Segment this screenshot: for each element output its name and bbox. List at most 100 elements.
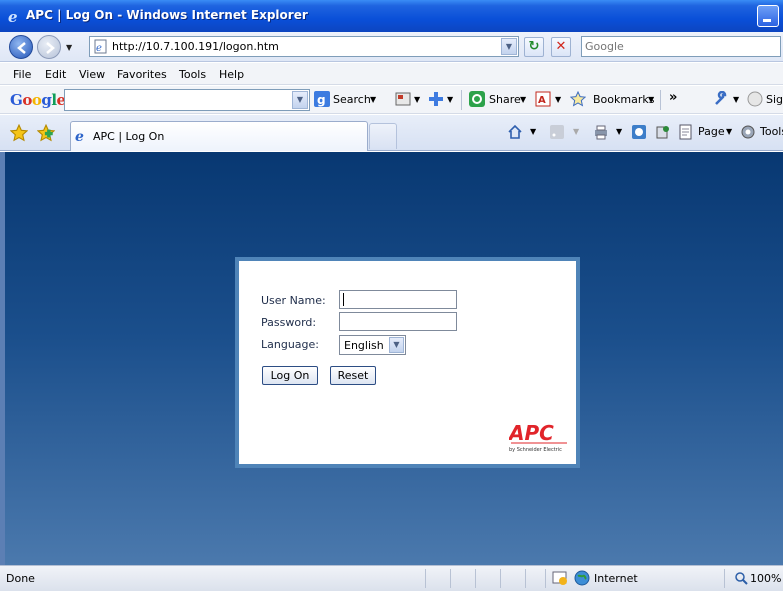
share-dropdown-icon[interactable]: ▼ <box>520 95 526 104</box>
home-dropdown-icon[interactable]: ▼ <box>530 127 536 136</box>
address-row: ▼ e http://10.7.100.191/logon.htm ▼ ↻ ✕ <box>0 32 783 62</box>
search-dropdown-icon[interactable]: ▼ <box>370 95 376 104</box>
google-logo: Google <box>10 91 66 109</box>
status-divider <box>425 569 426 588</box>
username-field[interactable] <box>339 290 457 309</box>
bookmark-star-icon[interactable] <box>569 90 587 107</box>
status-divider <box>475 569 476 588</box>
wrench-dropdown-icon[interactable]: ▼ <box>733 95 739 104</box>
favorites-star-icon[interactable] <box>9 123 29 142</box>
ie-page-icon: e <box>75 128 89 146</box>
google-search-dropdown-icon[interactable]: ▼ <box>292 91 308 109</box>
stop-button[interactable]: ✕ <box>551 37 571 57</box>
page-menu-icon[interactable] <box>678 124 694 140</box>
news-dropdown-icon[interactable]: ▼ <box>414 95 420 104</box>
address-dropdown-icon[interactable]: ▼ <box>501 38 517 55</box>
print-icon[interactable] <box>593 124 609 140</box>
search-input[interactable] <box>582 37 772 55</box>
refresh-button[interactable]: ↻ <box>524 37 544 57</box>
language-label: Language: <box>261 338 319 351</box>
google-toolbar: Google ▼ g Search ▼ ▼ ▼ Share ▼ A ▼ Book… <box>0 86 783 114</box>
research-icon[interactable] <box>631 124 647 140</box>
menu-view[interactable]: View <box>79 68 105 81</box>
menu-bar: File Edit View Favorites Tools Help <box>0 63 783 85</box>
arrow-right-icon <box>46 42 55 54</box>
share-button[interactable]: Share <box>489 93 521 106</box>
add-favorite-icon[interactable] <box>36 123 56 142</box>
svg-text:e: e <box>8 8 18 24</box>
svg-text:e: e <box>75 129 84 143</box>
page-icon: e <box>94 39 108 57</box>
spellcheck-dropdown-icon[interactable]: ▼ <box>555 95 561 104</box>
password-field[interactable] <box>339 312 457 331</box>
plus-dropdown-icon[interactable]: ▼ <box>447 95 453 104</box>
menu-tools[interactable]: Tools <box>179 68 206 81</box>
password-label: Password: <box>261 316 317 329</box>
menu-edit[interactable]: Edit <box>45 68 66 81</box>
search-box[interactable] <box>581 36 781 57</box>
messenger-icon[interactable] <box>655 124 671 140</box>
address-url[interactable]: http://10.7.100.191/logon.htm <box>112 40 279 53</box>
page-content: User Name: Password: Language: English ▼… <box>5 152 783 565</box>
security-zone: Internet <box>594 572 638 585</box>
sign-in-button[interactable]: Sig <box>766 93 783 106</box>
print-dropdown-icon[interactable]: ▼ <box>616 127 622 136</box>
google-search-input[interactable]: ▼ <box>64 89 310 111</box>
zoom-icon[interactable] <box>734 571 748 588</box>
bookmarks-button[interactable]: Bookmarks <box>593 93 654 106</box>
menu-file[interactable]: File <box>13 68 31 81</box>
status-divider <box>500 569 501 588</box>
address-bar[interactable]: e http://10.7.100.191/logon.htm ▼ <box>89 36 519 57</box>
status-bar: Done Internet 100% <box>0 565 783 591</box>
text-caret <box>343 293 344 306</box>
page-dropdown-icon[interactable]: ▼ <box>726 127 732 136</box>
svg-text:APC: APC <box>509 421 554 445</box>
google-search-icon[interactable]: g <box>314 91 330 107</box>
chevron-down-icon[interactable]: ▼ <box>389 337 404 353</box>
reset-button[interactable]: Reset <box>330 366 376 385</box>
menu-help[interactable]: Help <box>219 68 244 81</box>
rss-feed-icon[interactable] <box>549 124 565 140</box>
tab-title: APC | Log On <box>93 130 165 143</box>
login-panel: User Name: Password: Language: English ▼… <box>235 257 580 468</box>
gear-icon[interactable] <box>740 124 756 140</box>
language-value: English <box>344 339 384 352</box>
status-divider <box>545 569 546 588</box>
spellcheck-icon[interactable]: A <box>535 91 551 107</box>
login-box: User Name: Password: Language: English ▼… <box>239 261 576 464</box>
history-dropdown-icon[interactable]: ▼ <box>66 43 72 52</box>
back-button[interactable] <box>9 35 33 59</box>
language-select[interactable]: English ▼ <box>339 335 406 355</box>
wrench-icon[interactable] <box>713 90 729 107</box>
ie-logo-icon: e <box>6 8 22 26</box>
signin-icon[interactable] <box>747 91 763 107</box>
password-input[interactable] <box>340 313 454 329</box>
minimize-button[interactable] <box>757 5 779 27</box>
page-menu-button[interactable]: Page <box>698 125 725 138</box>
share-icon[interactable] <box>469 91 485 107</box>
svg-text:g: g <box>317 93 326 107</box>
log-on-button[interactable]: Log On <box>262 366 318 385</box>
forward-button[interactable] <box>37 35 61 59</box>
tab-apc-logon[interactable]: e APC | Log On <box>70 121 368 151</box>
menu-favorites[interactable]: Favorites <box>117 68 167 81</box>
news-icon[interactable] <box>395 91 411 107</box>
feed-dropdown-icon[interactable]: ▼ <box>573 127 579 136</box>
bookmarks-dropdown-icon[interactable]: ▼ <box>648 95 654 104</box>
tab-row: e APC | Log On ▼ ▼ ▼ Page ▼ Tools <box>0 115 783 151</box>
plus-icon[interactable] <box>428 91 444 107</box>
toolbar-separator <box>461 90 462 110</box>
more-tools-button[interactable]: » <box>669 90 677 105</box>
zoom-level[interactable]: 100% <box>750 572 781 585</box>
username-input[interactable] <box>340 291 454 307</box>
status-divider <box>525 569 526 588</box>
new-tab-button[interactable] <box>369 123 397 149</box>
protected-mode-icon[interactable] <box>552 570 568 589</box>
tools-menu-button[interactable]: Tools <box>760 125 783 138</box>
apc-logo: APC <box>507 421 569 448</box>
apc-logo-subtitle: by Schneider Electric <box>509 447 562 453</box>
globe-icon <box>574 570 590 589</box>
google-search-button[interactable]: Search <box>333 93 371 106</box>
home-icon[interactable] <box>507 124 523 140</box>
svg-text:A: A <box>538 95 546 106</box>
